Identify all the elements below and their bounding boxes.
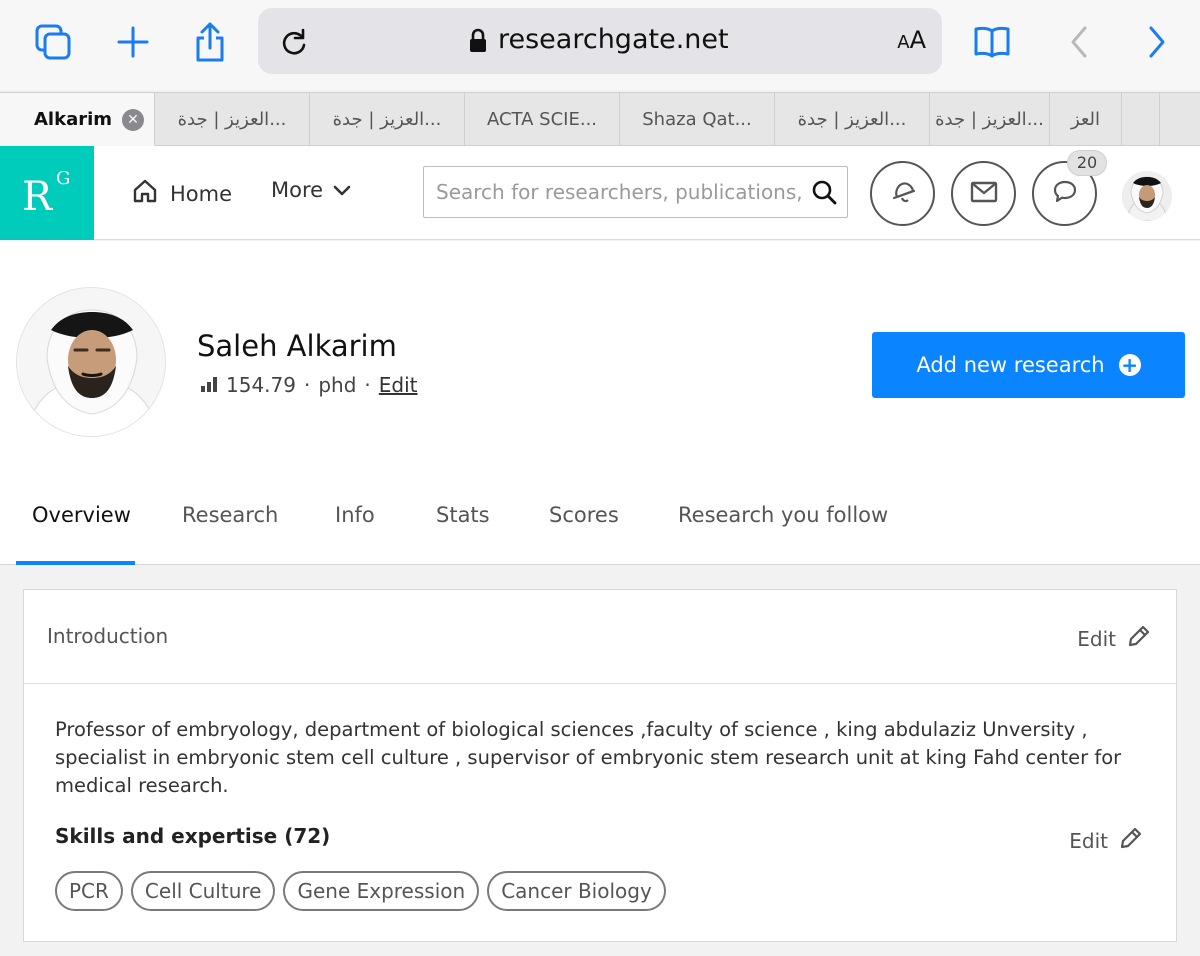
bar-chart-icon [200,373,218,397]
edit-introduction-button[interactable]: Edit [1077,623,1152,654]
edit-skills-button[interactable]: Edit [1069,825,1144,856]
introduction-title: Introduction [47,624,169,648]
rg-score: 154.79 [226,373,296,397]
browser-tab[interactable]: العزيز | جدة... [775,93,930,146]
bookmarks-icon[interactable] [970,20,1014,64]
home-icon [132,178,158,209]
tab-label: ACTA SCIE... [486,109,598,130]
browser-tab[interactable]: Shaza Qat... [620,93,775,146]
browser-tab[interactable]: العز [1050,93,1122,146]
nav-more-label: More [271,178,324,202]
tab-label: العز [1070,109,1101,130]
tab-research-you-follow[interactable]: Research you follow [678,489,888,565]
user-avatar[interactable] [1122,171,1172,221]
lock-icon [468,28,488,58]
browser-toolbar: researchgate.net AA [0,0,1200,90]
profile-header: Saleh Alkarim 154.79 · phd · Edit Add ne… [0,241,1200,565]
tab-info[interactable]: Info [335,489,375,565]
tab-label: Alkarim [34,109,113,130]
pencil-icon [1118,825,1144,856]
reader-label-small: A [897,32,910,53]
skills-list: PCR Cell Culture Gene Expression Cancer … [55,871,666,911]
search-input[interactable] [436,167,806,217]
introduction-text: Professor of embryology, department of b… [55,718,1122,797]
card-header: Introduction Edit [24,590,1176,684]
speech-bubble-icon [1052,179,1078,209]
forward-icon[interactable] [1135,20,1179,64]
tab-scores[interactable]: Scores [549,489,619,565]
mail-icon [970,181,998,207]
add-new-research-button[interactable]: Add new research + [872,332,1185,398]
tab-stats[interactable]: Stats [436,489,490,565]
meta-separator: · [303,373,311,397]
browser-tab[interactable] [1160,93,1200,146]
share-icon[interactable] [188,20,232,64]
browser-tab[interactable] [1122,93,1160,146]
bell-icon [888,177,918,211]
pencil-icon [1126,623,1152,654]
tabs-icon[interactable] [31,20,75,64]
reader-label-large: A [909,26,926,54]
nav-home[interactable]: Home [132,178,232,209]
edit-label: Edit [1069,828,1108,853]
plus-circle-icon: + [1118,354,1141,376]
skill-chip[interactable]: Gene Expression [283,871,480,911]
back-icon[interactable] [1057,20,1101,64]
tab-overview[interactable]: Overview [16,489,135,565]
profile-name: Saleh Alkarim [197,329,397,363]
tab-label: العزيز | جدة... [797,109,907,130]
site-header: R G Home More 20 [0,146,1200,240]
browser-tab[interactable]: العزيز | جدة... [930,93,1050,146]
skill-chip[interactable]: PCR [55,871,123,911]
new-tab-icon[interactable] [111,20,155,64]
tab-label: العزيز | جدة... [177,109,287,130]
browser-tab-strip: Alkarim ✕ العزيز | جدة... العزيز | جدة..… [0,92,1200,146]
researchgate-logo[interactable]: R G [0,146,94,240]
tab-label: Shaza Qat... [642,109,752,130]
browser-tab[interactable]: العزيز | جدة... [310,93,465,146]
skill-chip[interactable]: Cell Culture [130,871,276,911]
logo-letter-r: R [22,174,53,220]
browser-tab[interactable]: ACTA SCIE... [465,93,620,146]
degree-label: phd [318,373,357,397]
tab-label: العزيز | جدة... [332,109,442,130]
tab-research[interactable]: Research [182,489,278,565]
nav-more[interactable]: More [271,178,351,202]
search-box [423,166,848,218]
add-research-label: Add new research [916,353,1105,377]
profile-avatar[interactable] [16,287,166,437]
address-bar[interactable]: researchgate.net AA [258,8,942,74]
profile-meta: 154.79 · phd · Edit [200,373,418,397]
browser-tab[interactable]: العزيز | جدة... [155,93,310,146]
edit-profile-link[interactable]: Edit [379,373,418,397]
logo-letter-g: G [56,168,71,189]
reload-icon[interactable] [280,27,308,61]
chevron-down-icon [333,178,351,202]
nav-home-label: Home [170,181,233,206]
browser-tab-active[interactable]: Alkarim ✕ [0,93,155,146]
search-icon[interactable] [811,179,837,209]
notification-count-badge: 20 [1067,150,1107,176]
reader-text-size-button[interactable]: AA [897,26,926,54]
notifications-button[interactable] [870,161,935,226]
messages-button[interactable] [951,161,1016,226]
introduction-card: Introduction Edit Professor of embryolog… [23,589,1177,942]
meta-separator: · [364,373,371,397]
address-url[interactable]: researchgate.net [498,24,729,55]
skill-chip[interactable]: Cancer Biology [487,871,666,911]
tab-label: العزيز | جدة... [935,109,1044,130]
edit-label: Edit [1077,626,1116,651]
close-tab-icon[interactable]: ✕ [122,109,144,131]
skills-title: Skills and expertise (72) [55,824,331,848]
